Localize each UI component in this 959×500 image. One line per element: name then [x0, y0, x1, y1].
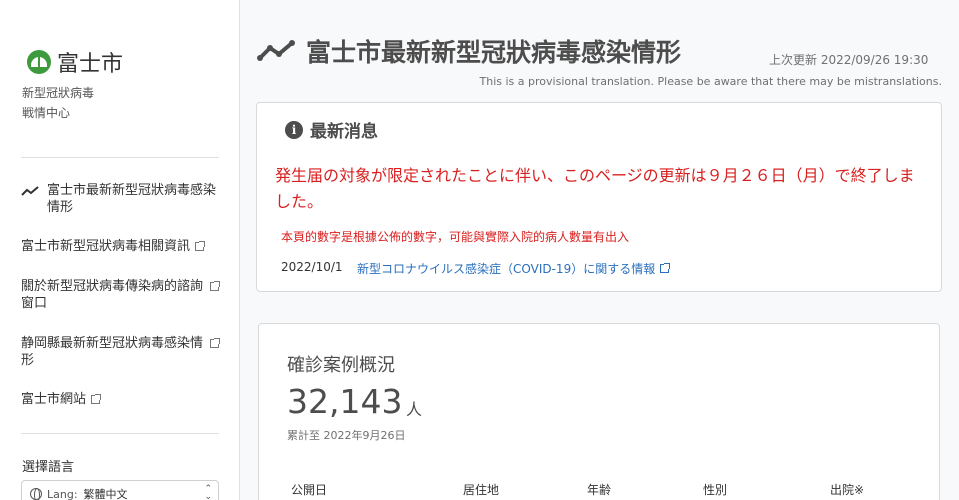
news-notice: 発生届の対象が限定されたことに伴い、このページの更新は９月２６日（月）で終了しま…	[275, 166, 915, 211]
nav-item-fuji-website[interactable]: 富士市網站	[21, 391, 219, 408]
site-subtitle: 新型冠狀病毒 戦情中心	[22, 83, 94, 123]
table-header-age[interactable]: 年齢	[587, 481, 611, 498]
nav-item-consultation[interactable]: 關於新型冠狀病毒傳染病的諮詢窗口	[21, 278, 220, 312]
logo-text: 富士市	[57, 52, 124, 77]
news-item-date: 2022/10/1	[281, 260, 343, 274]
cases-count: 32,143	[287, 382, 403, 421]
sidebar: 富士市 新型冠狀病毒 戦情中心 富士市最新新型冠狀病毒感染情形 富士市新型冠狀病…	[0, 0, 240, 500]
language-select-label: Lang:	[47, 487, 78, 500]
language-select-value: 繁體中文	[83, 488, 128, 500]
external-link-icon	[91, 394, 102, 404]
last-update: 上次更新 2022/09/26 19:30	[769, 53, 929, 67]
news-notice-small: 本頁的數字是根據公佈的數字，可能與實際入院的病人數量有出入	[281, 230, 630, 244]
nav-item-label: 富士市新型冠狀病毒相關資訊	[21, 239, 191, 254]
globe-icon	[30, 488, 42, 500]
translation-note: This is a provisional translation. Pleas…	[479, 75, 942, 88]
external-link-icon	[210, 338, 220, 348]
language-select[interactable]: Lang: 繁體中文 ⌃ ⌄	[21, 480, 219, 500]
news-card: i 最新消息 発生届の対象が限定されたことに伴い、このページの更新は９月２６日（…	[256, 102, 942, 292]
site-subtitle-line1: 新型冠狀病毒	[22, 86, 95, 100]
sidebar-divider	[21, 433, 219, 434]
trend-icon	[257, 40, 295, 61]
fuji-logo-icon	[27, 50, 51, 74]
confirmed-cases-card: 確診案例概況 32,143 人 累計至 2022年9月26日 公開日 居住地 年…	[258, 323, 940, 500]
news-item-link[interactable]: 新型コロナウイルス感染症（COVID-19）に関する情報	[357, 260, 671, 277]
cases-title: 確診案例概況	[287, 355, 395, 376]
table-header-residence[interactable]: 居住地	[463, 481, 499, 498]
table-header-date[interactable]: 公開日	[291, 481, 327, 498]
chevron-updown-icon: ⌃ ⌄	[204, 484, 212, 500]
cases-unit: 人	[406, 400, 423, 419]
nav-item-label: 静岡縣最新新型冠狀病毒感染情形	[21, 336, 204, 368]
nav-item-label: 關於新型冠狀病毒傳染病的諮詢窗口	[21, 279, 204, 311]
external-link-icon	[660, 263, 671, 273]
nav-item-label: 富士市最新新型冠狀病毒感染情形	[47, 183, 217, 215]
nav-item-fuji-status[interactable]: 富士市最新新型冠狀病毒感染情形	[21, 182, 219, 216]
info-icon: i	[285, 121, 303, 139]
external-link-icon	[210, 281, 220, 291]
page-title: 富士市最新新型冠狀病毒感染情形	[306, 38, 682, 67]
nav-item-fuji-info[interactable]: 富士市新型冠狀病毒相關資訊	[21, 238, 219, 255]
news-title: 最新消息	[310, 122, 378, 142]
site-subtitle-line2: 戦情中心	[22, 106, 71, 120]
site-logo[interactable]: 富士市	[27, 46, 123, 78]
cases-note: 累計至 2022年9月26日	[287, 429, 406, 442]
external-link-icon	[195, 241, 206, 251]
nav-item-shizuoka-status[interactable]: 静岡縣最新新型冠狀病毒感染情形	[21, 335, 220, 369]
nav-item-label: 富士市網站	[21, 392, 87, 407]
table-header-sex[interactable]: 性別	[703, 481, 727, 498]
language-heading: 選擇語言	[22, 460, 75, 475]
table-header-discharged[interactable]: 出院※	[830, 481, 864, 498]
news-item-link-text: 新型コロナウイルス感染症（COVID-19）に関する情報	[357, 262, 656, 276]
sidebar-divider	[21, 157, 219, 158]
trend-icon	[21, 186, 39, 196]
